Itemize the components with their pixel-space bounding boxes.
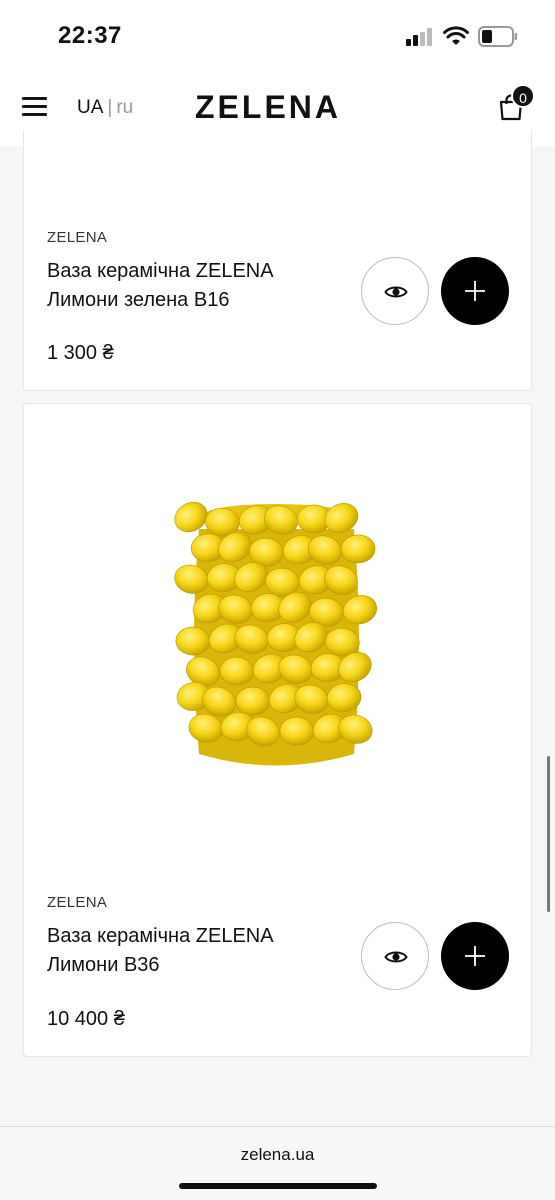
add-to-cart-button[interactable] [441, 257, 509, 325]
browser-address-bar: zelena.ua [0, 1126, 555, 1200]
status-bar: 22:37 [0, 0, 555, 70]
quick-view-button[interactable] [361, 922, 429, 990]
battery-icon [478, 26, 517, 47]
lemon-vase-image[interactable] [169, 499, 384, 774]
menu-icon[interactable] [22, 97, 47, 117]
eye-icon [384, 951, 408, 963]
status-time: 22:37 [58, 22, 122, 49]
page-scrollbar[interactable] [547, 756, 550, 912]
url-text[interactable]: zelena.ua [0, 1145, 555, 1165]
lang-ru-link[interactable]: ru [116, 97, 133, 118]
lang-ua-link[interactable]: UA [77, 97, 103, 118]
product-card[interactable]: ZELENA Ваза керамічна ZELENA Лимони B36 … [23, 403, 532, 1057]
product-brand: ZELENA [47, 229, 108, 246]
product-price: 10 400 ₴ [47, 1008, 125, 1030]
plus-icon [465, 281, 485, 301]
product-title[interactable]: Ваза керамічна ZELENA Лимони B36 [47, 922, 337, 980]
language-switcher: UA | ru [77, 97, 133, 119]
product-brand: ZELENA [47, 894, 108, 911]
lang-separator: | [107, 97, 113, 118]
home-indicator [179, 1183, 377, 1189]
plus-icon [465, 946, 485, 966]
add-to-cart-button[interactable] [441, 922, 509, 990]
eye-icon [384, 286, 408, 298]
signal-icon [406, 28, 432, 46]
product-card[interactable]: ZELENA Ваза керамічна ZELENA Лимони зеле… [23, 130, 532, 391]
product-price: 1 300 ₴ [47, 342, 114, 364]
cart-count-badge: 0 [511, 84, 535, 108]
site-logo[interactable]: ZELENA [195, 89, 341, 126]
quick-view-button[interactable] [361, 257, 429, 325]
wifi-icon [443, 26, 469, 45]
product-title[interactable]: Ваза керамічна ZELENA Лимони зелена B16 [47, 257, 337, 315]
